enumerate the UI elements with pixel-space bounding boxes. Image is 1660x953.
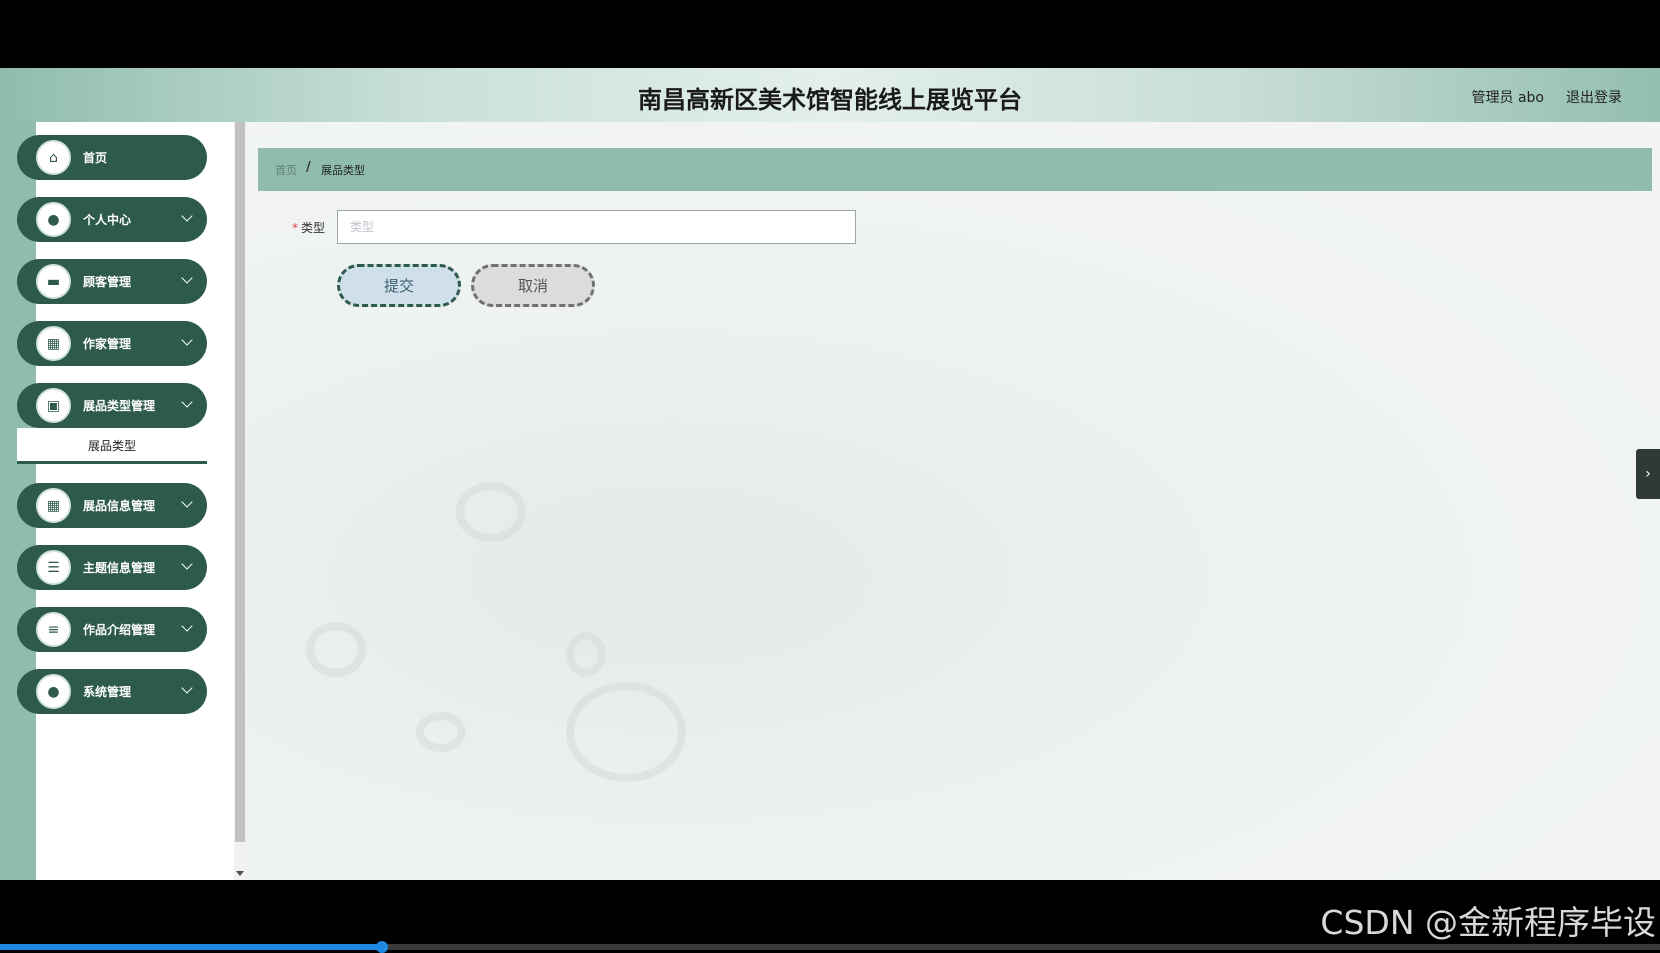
scrollbar-thumb[interactable] — [235, 122, 245, 842]
header: 南昌高新区美术馆智能线上展览平台 管理员 abo 退出登录 — [0, 68, 1660, 122]
sidebar-item-exhibit-type-management[interactable]: ▣ 展品类型管理 — [17, 383, 207, 428]
sidebar-item-author-management[interactable]: ▦ 作家管理 — [17, 321, 207, 366]
page-title: 南昌高新区美术馆智能线上展览平台 — [638, 86, 1022, 114]
sidebar-item-label: 作品介绍管理 — [83, 623, 156, 637]
sidebar-item-system-management[interactable]: ● 系统管理 — [17, 669, 207, 714]
type-input[interactable] — [337, 210, 856, 244]
chevron-down-icon — [181, 396, 193, 408]
briefcase-icon: ▣ — [36, 388, 71, 423]
submenu-item-exhibit-type[interactable]: 展品类型 — [17, 428, 207, 464]
video-progress-bar[interactable] — [0, 941, 1660, 953]
video-progress-fill — [0, 944, 382, 950]
background-decoration — [306, 622, 366, 677]
sidebar-item-exhibit-info-management[interactable]: ▦ 展品信息管理 — [17, 483, 207, 528]
background-decoration — [416, 712, 466, 752]
user-icon: ● — [36, 202, 71, 237]
sidebar-scrollbar[interactable] — [234, 122, 246, 880]
submit-button[interactable]: 提交 — [337, 264, 461, 307]
video-progress-handle[interactable] — [375, 941, 388, 953]
sidebar-item-label: 个人中心 — [83, 213, 132, 227]
background-decoration — [566, 632, 606, 677]
chevron-down-icon — [181, 620, 193, 632]
sidebar-item-label: 首页 — [83, 151, 108, 165]
user-icon: ● — [36, 674, 71, 709]
top-letterbox — [0, 0, 1660, 68]
sidebar-item-label: 展品信息管理 — [83, 499, 156, 513]
scroll-down-icon[interactable] — [236, 871, 244, 876]
sidebar-item-home[interactable]: ⌂ 首页 — [17, 135, 207, 180]
side-panel-toggle[interactable]: › — [1636, 449, 1660, 499]
sidebar-item-customer-management[interactable]: ▬ 顾客管理 — [17, 259, 207, 304]
breadcrumb-separator: / — [306, 160, 311, 175]
logout-link[interactable]: 退出登录 — [1566, 87, 1622, 107]
monitor-icon: ▬ — [36, 264, 71, 299]
chevron-down-icon — [181, 496, 193, 508]
sidebar-item-label: 展品类型管理 — [83, 399, 156, 413]
background-decoration — [566, 682, 686, 782]
type-label-text: 类型 — [301, 221, 326, 235]
sidebar-item-label: 顾客管理 — [83, 275, 132, 289]
background-decoration — [456, 482, 526, 542]
sidebar-item-label: 主题信息管理 — [83, 561, 156, 575]
sliders-icon: ☰ — [36, 550, 71, 585]
list-icon: ≡ — [36, 612, 71, 647]
sidebar-item-theme-info-management[interactable]: ☰ 主题信息管理 — [17, 545, 207, 590]
chevron-down-icon — [181, 682, 193, 694]
breadcrumb-home[interactable]: 首页 — [275, 162, 297, 178]
cancel-button[interactable]: 取消 — [471, 264, 595, 307]
breadcrumb-current: 展品类型 — [321, 164, 365, 177]
chevron-down-icon — [181, 334, 193, 346]
sidebar-item-label: 系统管理 — [83, 685, 132, 699]
type-field-label: * 类型 — [292, 219, 325, 236]
breadcrumb: 首页 / 展品类型 — [258, 148, 1652, 191]
sidebar-item-personal-center[interactable]: ● 个人中心 — [17, 197, 207, 242]
watermark: CSDN @金新程序毕设 — [1320, 903, 1656, 942]
chevron-down-icon — [181, 210, 193, 222]
current-user: 管理员 abo — [1471, 90, 1544, 106]
grid-icon: ▦ — [36, 488, 71, 523]
required-mark: * — [292, 221, 298, 235]
grid-icon: ▦ — [36, 326, 71, 361]
chevron-right-icon: › — [1645, 466, 1651, 482]
sidebar-item-label: 作家管理 — [83, 337, 132, 351]
chevron-down-icon — [181, 558, 193, 570]
sidebar-item-work-intro-management[interactable]: ≡ 作品介绍管理 — [17, 607, 207, 652]
home-icon: ⌂ — [36, 140, 71, 175]
chevron-down-icon — [181, 272, 193, 284]
